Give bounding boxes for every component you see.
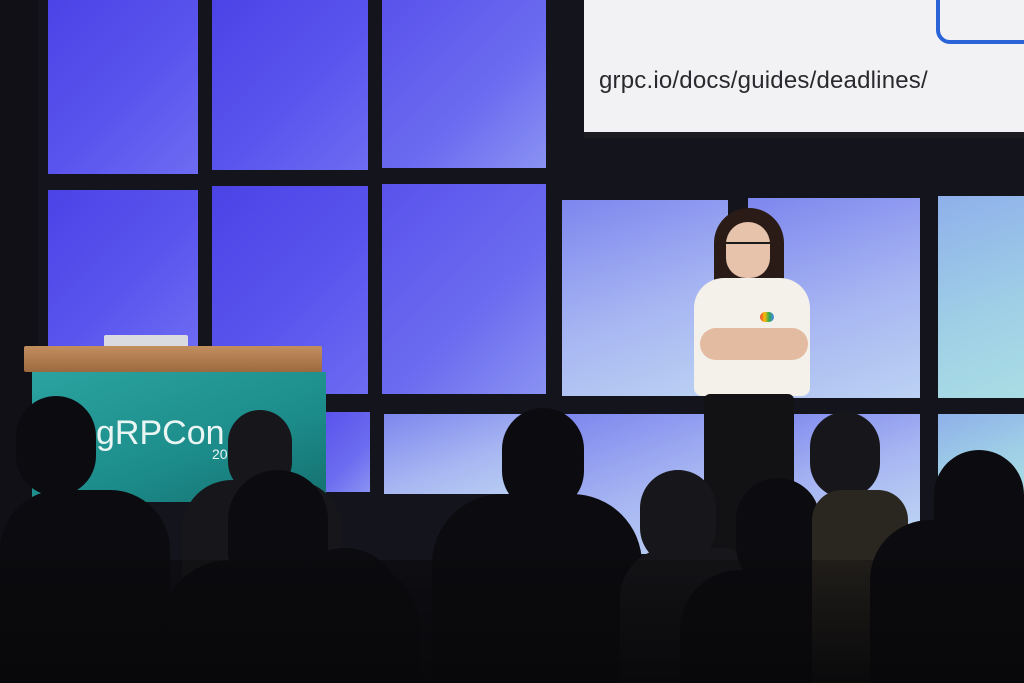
glasses (726, 242, 770, 254)
foreground-shadow (0, 560, 1024, 683)
podium-year-text: 20 (212, 446, 228, 462)
podium-top (24, 346, 322, 372)
audience-head (16, 396, 96, 496)
wall-panel (382, 184, 546, 394)
conference-stage-photo: grpc.io/docs/guides/deadlines/ gRPCon 20 (0, 0, 1024, 683)
wall-panel (382, 0, 546, 168)
cloud-logo-icon (760, 312, 774, 322)
slide-url-text: grpc.io/docs/guides/deadlines/ (599, 67, 928, 94)
speaker-arms (700, 328, 808, 360)
wall-panel (938, 196, 1024, 398)
slide-rounded-box (936, 0, 1024, 44)
wall-panel (212, 0, 368, 170)
wall-panel (48, 190, 198, 352)
podium-logo-text: gRPCon (96, 414, 225, 452)
wall-panel (48, 0, 198, 174)
audience-head (810, 412, 880, 498)
wall-panel (322, 412, 370, 492)
